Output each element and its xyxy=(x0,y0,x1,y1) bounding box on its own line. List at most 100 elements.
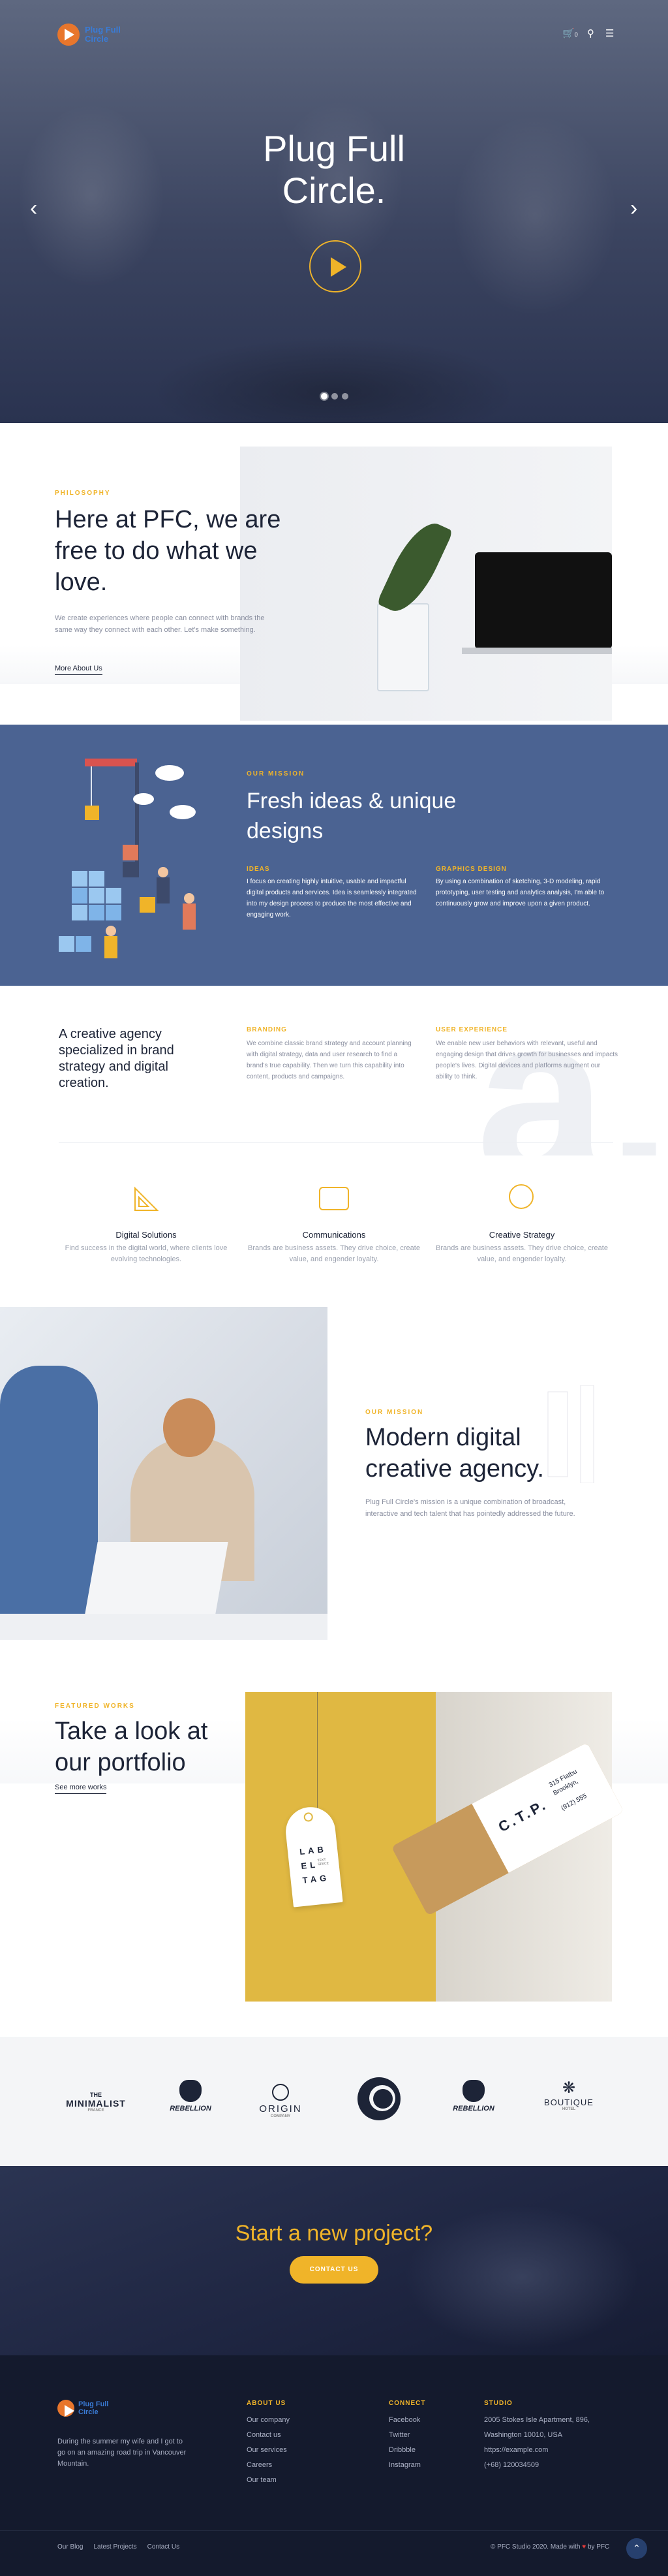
portfolio-image[interactable]: C.T.P. 315 Flatbu Brooklyn, (912) 555 LA… xyxy=(245,1692,624,2002)
footer-about-links: Our company Contact us Our services Care… xyxy=(247,2413,290,2488)
clients-section: THE MINIMALIST FRANCE REBELLION ORIGIN COMP… xyxy=(0,2037,668,2166)
prev-slide-arrow-icon[interactable]: ‹ xyxy=(30,196,37,221)
graphics-design-text: By using a combination of sketching, 3-D… xyxy=(436,878,605,907)
footer-about-text: During the summer my wife and I got to g… xyxy=(57,2438,187,2468)
portfolio-kicker: FEATURED WORKS xyxy=(55,1703,135,1710)
footer-link[interactable]: Careers xyxy=(247,2458,290,2473)
footer-link[interactable]: Instagram xyxy=(389,2458,421,2473)
portfolio-title: Take a look at our portfolio xyxy=(55,1718,208,1776)
footer-link[interactable]: Our services xyxy=(247,2443,290,2458)
logo-text-line2: Circle xyxy=(85,34,109,44)
divider xyxy=(59,1142,613,1143)
hero-background-photo xyxy=(0,0,668,423)
ideas-title: IDEAS xyxy=(247,866,270,873)
feature-title: Digital Solutions xyxy=(115,1230,177,1240)
lion-icon xyxy=(463,2080,485,2102)
cart-icon[interactable]: 🛒0 xyxy=(562,27,578,39)
branding-title: BRANDING xyxy=(247,1026,287,1033)
footer-connect-links: Facebook Twitter Dribbble Instagram xyxy=(389,2413,421,2473)
footer-logo[interactable]: Plug Full Circle xyxy=(57,2400,108,2417)
graphics-design-title: GRAPHICS DESIGN xyxy=(436,866,507,873)
mission-kicker: OUR MISSION xyxy=(247,770,305,778)
modern-title: Modern digital creative agency. xyxy=(365,1424,544,1483)
features-section: Digital Solutions Find success in the di… xyxy=(0,1155,668,1307)
logo-icon xyxy=(57,2400,74,2417)
footer-link[interactable]: Our team xyxy=(247,2473,290,2488)
agency-title: A creative agency specialized in brand s… xyxy=(59,1027,174,1090)
feature-text: Brands are business assets. They drive c… xyxy=(436,1244,608,1263)
back-to-top-button[interactable]: ⌃ xyxy=(626,2538,647,2559)
footer-link[interactable]: Twitter xyxy=(389,2428,421,2443)
logo-icon xyxy=(57,24,80,46)
modern-agency-section: OUR MISSION Modern digital creative agenc… xyxy=(0,1307,668,1640)
more-about-us-link[interactable]: More About Us xyxy=(55,665,102,675)
client-logo-origin[interactable]: ORIGIN COMPANY xyxy=(248,2084,313,2118)
portfolio-section: FEATURED WORKS Take a look at our portfol… xyxy=(0,1640,668,2037)
client-logo-boutique[interactable]: ❋ BOUTIQUE HOTEL xyxy=(536,2079,601,2111)
ideas-text: I focus on creating highly intuitive, us… xyxy=(247,878,417,919)
feature-text: Find success in the digital world, where… xyxy=(65,1244,228,1263)
menu-icon[interactable]: ☰ xyxy=(605,27,614,39)
ruler-triangle-icon xyxy=(131,1184,161,1214)
user-experience-text: We enable new user behaviors with releva… xyxy=(436,1040,618,1080)
contact-us-button[interactable]: CONTACT US xyxy=(290,2256,378,2284)
footer-blog-link[interactable]: Our Blog xyxy=(57,2543,83,2551)
office-team-photo xyxy=(0,1307,327,1640)
laptop-base xyxy=(462,648,612,654)
footer-projects-link[interactable]: Latest Projects xyxy=(93,2543,136,2551)
philosophy-text: We create experiences where people can c… xyxy=(55,614,265,634)
client-logo-rebellion[interactable]: REBELLION xyxy=(158,2080,223,2113)
isometric-construction-illustration xyxy=(59,759,196,958)
cart-count: 0 xyxy=(574,31,578,38)
slide-dot-2[interactable] xyxy=(331,393,338,400)
feature-text: Brands are business assets. They drive c… xyxy=(248,1244,420,1263)
footer-bottom-links: Our Blog Latest Projects Contact Us xyxy=(57,2543,179,2551)
feature-title: Creative Strategy xyxy=(489,1230,555,1240)
footer-link[interactable]: Dribbble xyxy=(389,2443,421,2458)
modern-text: Plug Full Circle's mission is a unique c… xyxy=(365,1498,575,1518)
logo-text-line1: Plug Full xyxy=(85,25,121,35)
client-logo-minimalist[interactable]: THE MINIMALIST FRANCE xyxy=(60,2092,132,2113)
footer-studio-info: 2005 Stokes Isle Apartment, 896, Washing… xyxy=(484,2416,590,2469)
client-logo-rebellion-2[interactable]: REBELLION xyxy=(441,2080,506,2113)
site-logo[interactable]: Plug Full Circle xyxy=(57,24,121,46)
footer-link[interactable]: Contact us xyxy=(247,2428,290,2443)
footer-link[interactable]: Our company xyxy=(247,2413,290,2428)
branding-text: We combine classic brand strategy and ac… xyxy=(247,1040,412,1080)
see-more-works-link[interactable]: See more works xyxy=(55,1783,107,1794)
next-slide-arrow-icon[interactable]: › xyxy=(630,196,637,221)
modern-kicker: OUR MISSION xyxy=(365,1409,424,1416)
mission-section: OUR MISSION Fresh ideas & unique designs … xyxy=(0,725,668,986)
search-icon[interactable]: ⚲ xyxy=(587,27,594,39)
mission-title: Fresh ideas & unique designs xyxy=(247,789,457,843)
slide-dot-3[interactable] xyxy=(342,393,348,400)
footer-link[interactable]: Facebook xyxy=(389,2413,421,2428)
client-logo-eagle[interactable] xyxy=(357,2077,403,2120)
ornament-icon: ❋ xyxy=(562,2079,576,2097)
footer: Plug Full Circle During the summer my wif… xyxy=(0,2355,668,2576)
ruler-pencil-illustration xyxy=(547,1385,594,1483)
slide-dot-1[interactable] xyxy=(321,393,327,400)
origin-icon xyxy=(272,2084,289,2101)
glass-vase xyxy=(377,603,429,691)
lion-icon xyxy=(179,2080,202,2102)
feature-title: Communications xyxy=(302,1230,366,1240)
user-experience-title: USER EXPERIENCE xyxy=(436,1026,508,1033)
footer-about-title: ABOUT US xyxy=(247,2400,286,2407)
philosophy-kicker: PHILOSOPHY xyxy=(55,490,111,497)
footer-divider xyxy=(0,2530,668,2531)
laptop-screen xyxy=(475,552,612,649)
chat-icon xyxy=(319,1187,349,1210)
copyright: © PFC Studio 2020. Made with ♥ by PFC xyxy=(491,2543,610,2551)
play-video-button[interactable] xyxy=(309,240,361,292)
bulb-icon xyxy=(509,1184,534,1209)
footer-studio-title: STUDIO xyxy=(484,2400,513,2407)
cta-title: Start a new project? xyxy=(235,2221,433,2246)
heart-icon: ♥ xyxy=(582,2543,586,2551)
hero-section: Plug Full Circle 🛒0 ⚲ ☰ Plug Full Circle. … xyxy=(0,0,668,423)
footer-contact-link[interactable]: Contact Us xyxy=(147,2543,179,2551)
hero-title: Plug Full Circle. xyxy=(263,128,405,211)
eagle-icon xyxy=(357,2077,401,2120)
agency-section: a. A creative agency specialized in bran… xyxy=(0,986,668,1155)
philosophy-section: PHILOSOPHY Here at PFC, we are free to do… xyxy=(0,423,668,725)
